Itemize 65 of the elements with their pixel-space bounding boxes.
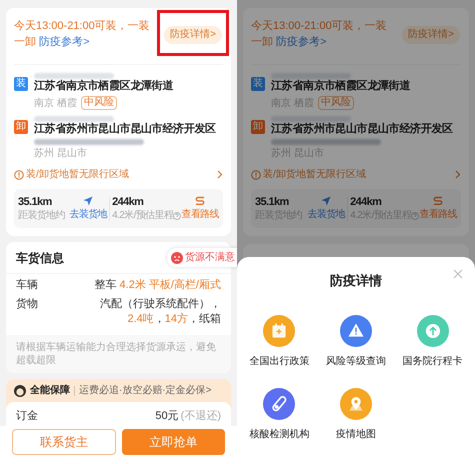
epidemic-details-button[interactable]: 防疫详情> <box>402 26 460 44</box>
stop-tag: 卸 <box>14 120 28 134</box>
sad-face-icon <box>171 252 183 264</box>
mascot-icon <box>14 384 26 396</box>
info-icon <box>251 170 261 180</box>
route-icon <box>195 196 206 206</box>
service-item[interactable]: 核酸检测机构 <box>241 388 318 440</box>
stop-address: 江苏省苏州市昆山市昆山市经济开发区 <box>34 122 216 137</box>
guarantee-title: 全能保障 <box>30 383 70 398</box>
epidemic-reference-link[interactable]: 防疫参考> <box>39 36 90 48</box>
route-icon <box>433 196 444 206</box>
restriction-notice[interactable]: 装/卸货地暂无限行区域 <box>251 168 461 181</box>
field-label: 货物 <box>16 297 39 312</box>
stop-tag: 卸 <box>251 120 265 134</box>
navigate-button[interactable]: 去装货地 <box>70 196 108 221</box>
notice-text: 装/卸货地暂无限行区域 <box>263 168 367 181</box>
notice-text: 装/卸货地暂无限行区域 <box>26 168 130 181</box>
feedback-button[interactable]: 货源不满意 <box>167 248 237 267</box>
mileage-value: 244km <box>112 195 144 209</box>
loading-time-text: 今天13:00-21:00可装，一装一卸 防疫参考> <box>251 19 388 50</box>
stop-area: 苏州 昆山市 <box>34 147 87 160</box>
service-item[interactable]: 国务院行程卡 <box>394 314 471 368</box>
loading-time-text: 今天13:00-21:00可装，一装一卸 防疫参考> <box>14 19 151 50</box>
distance-value: 35.1km <box>18 195 53 209</box>
close-button[interactable] <box>453 269 463 279</box>
distance-label: 距装货地约 <box>18 209 66 222</box>
section-title: 车货信息 <box>16 250 64 266</box>
stop-tag: 装 <box>251 77 265 91</box>
epidemic-details-button[interactable]: 防疫详情> <box>164 26 222 44</box>
info-icon <box>14 170 24 180</box>
sheet-title: 防疫详情 <box>330 272 382 290</box>
service-item[interactable]: 疫情地图 <box>318 388 394 440</box>
risk-tag: 中风险 <box>318 96 354 110</box>
stop-address: 江苏省南京市栖霞区龙潭街道 <box>34 79 174 94</box>
chevron-icon <box>455 170 461 179</box>
deposit-label: 订金 <box>16 409 38 424</box>
field-value: 汽配（行驶系统配件）， 2.4吨，14方，纸箱 <box>99 297 221 327</box>
guarantee-link[interactable]: 运费必追·放空必赔·定金必保> <box>79 383 212 398</box>
deposit-amount: 50元 <box>155 409 179 424</box>
help-icon <box>411 212 420 220</box>
advice-note: 请根据车辆运输能力合理选择货源承运，避免超载超限 <box>6 335 231 373</box>
navigation-arrow-icon <box>321 196 332 206</box>
stop-tag: 装 <box>14 77 28 91</box>
stop-address: 江苏省苏州市昆山市昆山市经济开发区 <box>271 122 453 137</box>
view-route-button[interactable]: 查看路线 <box>181 196 219 221</box>
risk-tag: 中风险 <box>80 96 117 110</box>
help-icon <box>173 212 182 220</box>
field-value: 整车 4.2米 平板/高栏/厢式 <box>93 278 221 293</box>
epidemic-reference-link[interactable]: 防疫参考> <box>276 36 326 48</box>
mileage-value: 244km <box>350 195 382 209</box>
deposit-note: (不退还) <box>180 409 221 424</box>
stop-address: 江苏省南京市栖霞区龙潭街道 <box>271 79 410 94</box>
restriction-notice[interactable]: 装/卸货地暂无限行区域 <box>14 168 223 181</box>
service-item[interactable]: 风险等级查询 <box>318 314 394 368</box>
contact-shipper-button[interactable]: 联系货主 <box>12 429 116 455</box>
mileage-label: 4.2米/预估里程 <box>112 209 174 222</box>
service-item[interactable]: 全国出行政策 <box>241 314 318 368</box>
stop-area: 南京 栖霞 <box>34 96 77 110</box>
chevron-icon <box>217 170 223 179</box>
view-route-button[interactable]: 查看路线 <box>419 196 457 221</box>
grab-order-button[interactable]: 立即抢单 <box>122 429 225 455</box>
field-label: 车辆 <box>16 278 39 293</box>
distance-value: 35.1km <box>255 195 290 209</box>
navigate-button[interactable]: 去装货地 <box>308 196 346 221</box>
navigation-arrow-icon <box>83 196 94 206</box>
